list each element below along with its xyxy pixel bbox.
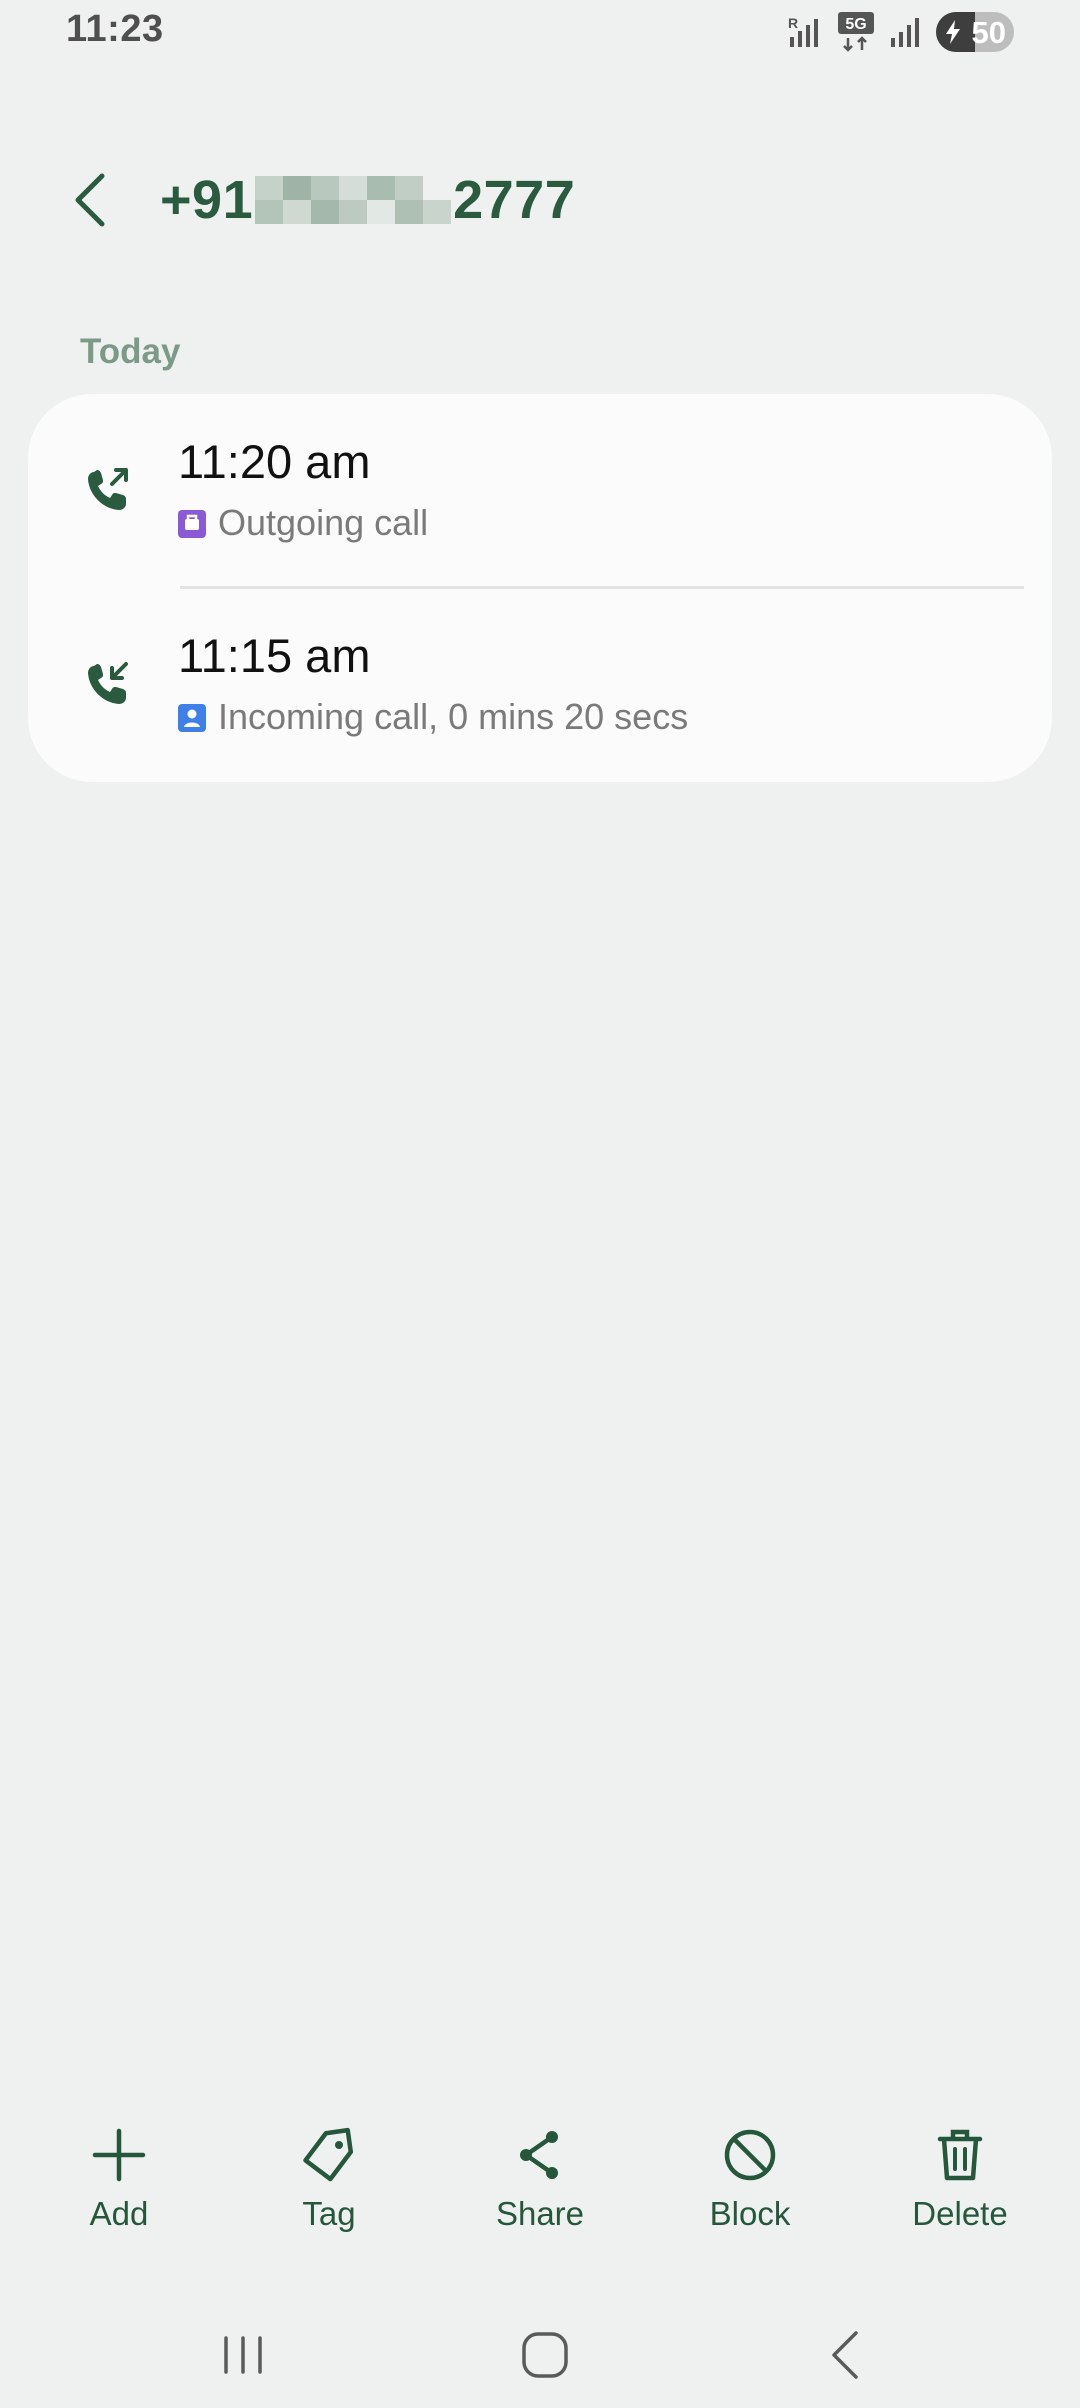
block-icon <box>724 2129 776 2181</box>
recent-apps-button[interactable] <box>203 2320 283 2390</box>
share-label: Share <box>495 2195 585 2232</box>
status-bar: 11:23 R 5G 50 <box>0 0 1080 64</box>
system-nav-bar <box>0 2300 1080 2408</box>
battery-level: 50 <box>971 15 1006 50</box>
back-button[interactable] <box>60 168 120 232</box>
recent-apps-icon <box>224 2336 262 2374</box>
network-5g-icon: 5G <box>838 12 874 52</box>
roaming-signal-icon: R <box>788 15 818 47</box>
home-icon <box>522 2332 568 2378</box>
sim-personal-icon <box>178 704 206 732</box>
delete-button[interactable]: Delete <box>890 2125 1030 2255</box>
delete-label: Delete <box>912 2195 1008 2232</box>
header: +91 2777 <box>0 150 1080 250</box>
add-button[interactable]: Add <box>49 2125 189 2255</box>
share-button[interactable]: Share <box>470 2125 610 2255</box>
block-label: Block <box>709 2195 791 2232</box>
sim-work-icon <box>178 510 206 538</box>
incoming-call-icon <box>88 662 128 704</box>
tag-icon <box>303 2127 354 2182</box>
call-detail-text: Incoming call, 0 mins 20 secs <box>218 696 689 737</box>
back-icon <box>832 2331 858 2379</box>
tag-button[interactable]: Tag <box>259 2125 399 2255</box>
call-time: 11:20 am <box>178 435 371 488</box>
chevron-left-icon <box>75 173 105 227</box>
trash-icon <box>937 2129 983 2181</box>
battery-icon: 50 <box>936 12 1014 52</box>
add-label: Add <box>89 2195 149 2232</box>
call-detail: Outgoing call <box>178 502 428 544</box>
title-prefix: +91 <box>160 170 254 230</box>
charging-bolt-icon <box>946 20 960 44</box>
system-back-button[interactable] <box>806 2320 886 2390</box>
share-icon <box>520 2131 558 2179</box>
block-button[interactable]: Block <box>680 2125 820 2255</box>
svg-text:5G: 5G <box>845 16 866 33</box>
call-detail-text: Outgoing call <box>218 502 429 543</box>
status-icons: R 5G 50 <box>788 10 1014 54</box>
redacted-digits <box>255 176 452 224</box>
call-time: 11:15 am <box>178 629 371 682</box>
call-log-card: 11:20 am Outgoing call 11:15 am Incoming… <box>28 394 1052 782</box>
page-title: +91 2777 <box>160 168 575 232</box>
bottom-toolbar: Add Tag Share Block Delete <box>0 2125 1080 2255</box>
title-suffix: 2777 <box>453 170 576 230</box>
outgoing-call-icon <box>88 468 128 510</box>
section-label-today: Today <box>80 332 181 371</box>
call-log-entry[interactable]: 11:20 am Outgoing call <box>28 394 1052 588</box>
home-button[interactable] <box>505 2320 585 2390</box>
svg-text:R: R <box>788 15 798 31</box>
status-time: 11:23 <box>66 8 164 50</box>
call-log-entry[interactable]: 11:15 am Incoming call, 0 mins 20 secs <box>28 588 1052 782</box>
call-detail: Incoming call, 0 mins 20 secs <box>178 696 688 738</box>
signal-icon <box>891 18 919 47</box>
tag-label: Tag <box>302 2195 356 2232</box>
plus-icon <box>92 2128 146 2182</box>
